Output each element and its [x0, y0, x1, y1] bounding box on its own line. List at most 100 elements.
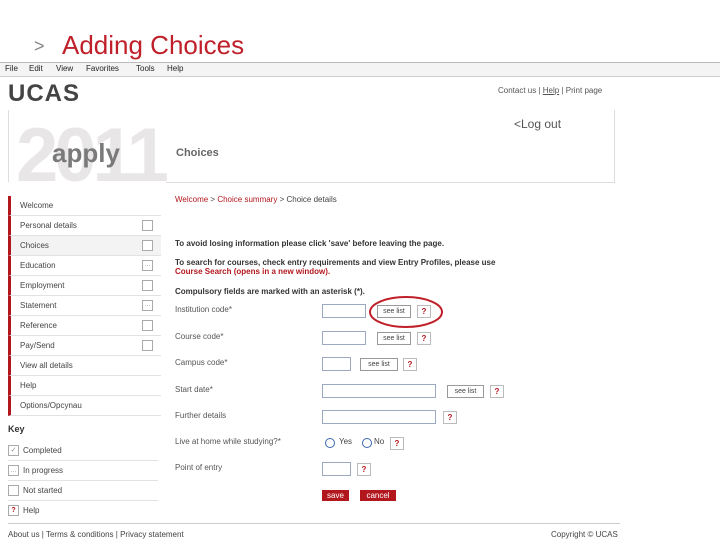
- live-at-home-no-radio[interactable]: [362, 438, 372, 448]
- header-divider: [8, 110, 9, 182]
- status-not-started-icon: [142, 320, 153, 331]
- institution-code-label: Institution code*: [175, 305, 232, 314]
- start-help-icon[interactable]: ?: [490, 385, 504, 398]
- breadcrumb-separator: >: [208, 195, 218, 204]
- course-help-icon[interactable]: ?: [417, 332, 431, 345]
- breadcrumb-choice-summary[interactable]: Choice summary: [217, 195, 277, 204]
- key-label: Help: [23, 506, 40, 515]
- logout-link[interactable]: <Log out: [514, 117, 561, 131]
- key-label: In progress: [23, 466, 64, 475]
- status-not-started-icon: [142, 280, 153, 291]
- ucas-logo[interactable]: UCAS: [8, 80, 80, 108]
- key-label: Not started: [23, 486, 63, 495]
- point-help-icon[interactable]: ?: [357, 463, 371, 476]
- live-help-icon[interactable]: ?: [390, 437, 404, 450]
- campus-see-list-button[interactable]: see list: [360, 358, 398, 371]
- menu-edit[interactable]: Edit: [29, 64, 43, 73]
- key-row-completed: ✓ Completed: [8, 441, 158, 461]
- key-label: Completed: [23, 446, 62, 455]
- nav-item-reference[interactable]: Reference: [8, 316, 161, 336]
- ellipsis-icon: …: [8, 465, 19, 476]
- course-see-list-button[interactable]: see list: [377, 332, 411, 345]
- cancel-button[interactable]: cancel: [360, 490, 396, 501]
- slide-bullet-arrow: >: [34, 36, 45, 56]
- copyright: Copyright © UCAS: [551, 530, 618, 539]
- status-not-started-icon: [142, 220, 153, 231]
- campus-help-icon[interactable]: ?: [403, 358, 417, 371]
- save-button[interactable]: save: [322, 490, 349, 501]
- nav-item-label: Reference: [20, 321, 57, 330]
- nav-item-label: Personal details: [20, 221, 77, 230]
- course-search-link[interactable]: Course Search (opens in a new window).: [175, 267, 330, 276]
- course-code-input[interactable]: [322, 331, 366, 345]
- point-of-entry-label: Point of entry: [175, 463, 223, 472]
- save-warning: To avoid losing information please click…: [175, 239, 445, 248]
- status-in-progress-icon: …: [142, 300, 153, 311]
- nav-item-options[interactable]: Options/Opcynau: [8, 396, 161, 416]
- top-links: Contact us | Help | Print page: [498, 86, 602, 95]
- footer-links: About us | Terms & conditions | Privacy …: [8, 530, 184, 539]
- section-title: Choices: [176, 147, 219, 159]
- nav-item-choices[interactable]: Choices: [8, 236, 161, 256]
- menu-help[interactable]: Help: [167, 64, 183, 73]
- print-page-link[interactable]: Print page: [566, 86, 602, 95]
- nav-item-view-all-details[interactable]: View all details: [8, 356, 161, 376]
- privacy-link[interactable]: Privacy statement: [120, 530, 184, 539]
- nav-item-label: View all details: [20, 361, 73, 370]
- nav-item-label: Employment: [20, 281, 65, 290]
- nav-item-pay-send[interactable]: Pay/Send: [8, 336, 161, 356]
- live-at-home-yes-radio[interactable]: [325, 438, 335, 448]
- nav-item-welcome[interactable]: Welcome: [8, 196, 161, 216]
- footer-divider: [8, 523, 620, 524]
- nav-item-label: Education: [20, 261, 56, 270]
- compulsory-note: Compulsory fields are marked with an ast…: [175, 287, 365, 296]
- key-row-help: ? Help: [8, 501, 158, 520]
- nav-item-label: Statement: [20, 301, 57, 310]
- breadcrumb: Welcome > Choice summary > Choice detail…: [175, 195, 337, 204]
- nav-item-help[interactable]: Help: [8, 376, 161, 396]
- yes-label: Yes: [339, 437, 353, 446]
- start-date-input[interactable]: [322, 384, 436, 398]
- about-us-link[interactable]: About us: [8, 530, 40, 539]
- breadcrumb-current: Choice details: [286, 195, 337, 204]
- nav-item-education[interactable]: Education …: [8, 256, 161, 276]
- nav-item-label: Options/Opcynau: [20, 401, 82, 410]
- nav-item-personal-details[interactable]: Personal details: [8, 216, 161, 236]
- further-details-label: Further details: [175, 411, 227, 420]
- status-in-progress-icon: …: [142, 260, 153, 271]
- menu-favorites[interactable]: Favorites: [86, 64, 119, 73]
- start-see-list-button[interactable]: see list: [447, 385, 484, 398]
- slide-title: Adding Choices: [62, 30, 245, 60]
- menu-file[interactable]: File: [5, 64, 18, 73]
- course-code-label: Course code*: [175, 332, 224, 341]
- point-of-entry-input[interactable]: [322, 462, 351, 476]
- search-instructions: To search for courses, check entry requi…: [175, 258, 496, 267]
- key-row-in-progress: … In progress: [8, 461, 158, 481]
- campus-code-input[interactable]: [322, 357, 351, 371]
- nav-item-label: Welcome: [20, 201, 54, 210]
- live-at-home-label: Live at home while studying?*: [175, 437, 281, 446]
- institution-code-input[interactable]: [322, 304, 366, 318]
- status-not-started-icon: [142, 240, 153, 251]
- empty-box-icon: [8, 485, 19, 496]
- further-details-input[interactable]: [322, 410, 436, 424]
- help-link[interactable]: Help: [543, 86, 559, 95]
- menu-view[interactable]: View: [56, 64, 73, 73]
- menu-tools[interactable]: Tools: [136, 64, 155, 73]
- key-title: Key: [8, 424, 25, 434]
- status-not-started-icon: [142, 340, 153, 351]
- nav-item-employment[interactable]: Employment: [8, 276, 161, 296]
- terms-link[interactable]: Terms & conditions: [46, 530, 114, 539]
- help-icon: ?: [8, 505, 19, 516]
- nav-item-label: Help: [20, 381, 37, 390]
- annotation-circle: [369, 296, 443, 328]
- nav-item-label: Choices: [20, 241, 49, 250]
- further-help-icon[interactable]: ?: [443, 411, 457, 424]
- breadcrumb-welcome[interactable]: Welcome: [175, 195, 208, 204]
- checkmark-icon: ✓: [8, 445, 19, 456]
- contact-link[interactable]: Contact us: [498, 86, 536, 95]
- start-date-label: Start date*: [175, 385, 213, 394]
- browser-menubar: File Edit View Favorites Tools Help: [0, 63, 720, 77]
- nav-item-statement[interactable]: Statement …: [8, 296, 161, 316]
- nav-item-label: Pay/Send: [20, 341, 55, 350]
